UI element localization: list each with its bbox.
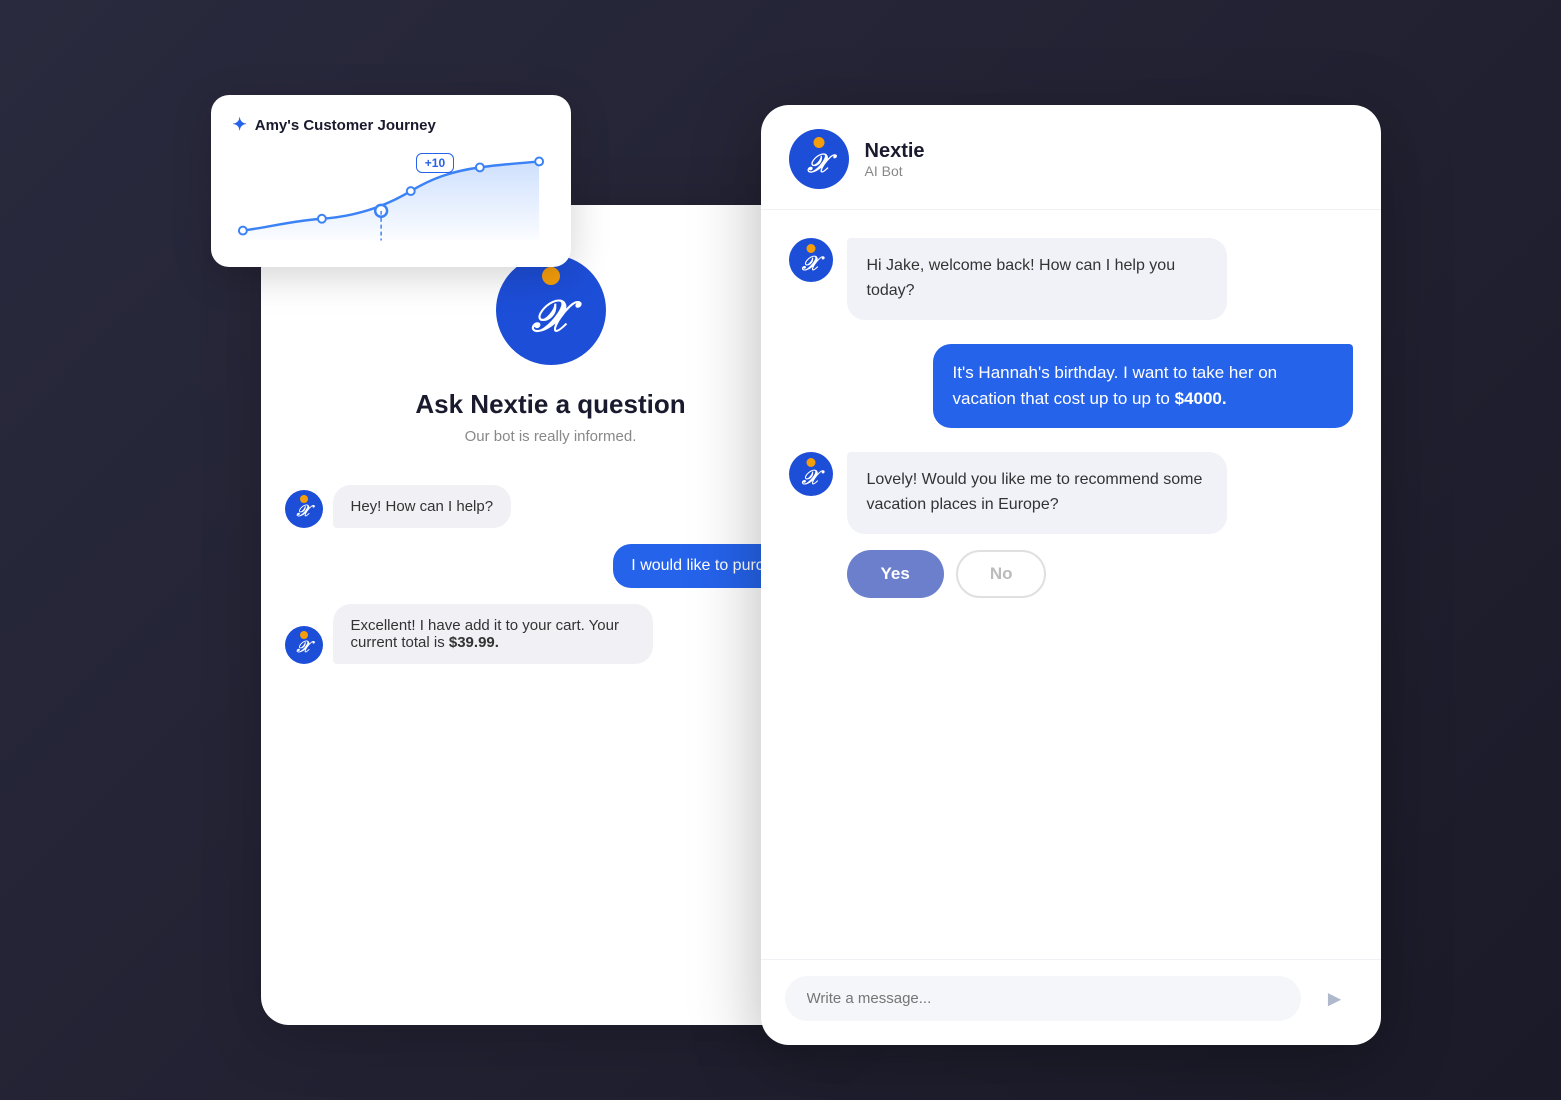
send-button[interactable]: ► <box>1313 977 1357 1021</box>
back-chat-subtitle: Our bot is really informed. <box>465 428 637 445</box>
back-bot-avatar-3: 𝒳 <box>285 626 323 664</box>
msg-row-1: 𝒳 Hi Jake, welcome back! How can I help … <box>789 238 1353 320</box>
bot-hero-avatar: 𝒳 <box>496 255 606 365</box>
user-bubble-1: It's Hannah's birthday. I want to take h… <box>933 344 1353 429</box>
back-chat-title: Ask Nextie a question <box>415 389 685 420</box>
bot-name: Nextie <box>865 140 925 163</box>
chat-header: 𝒳 Nextie AI Bot <box>761 105 1381 210</box>
chat-messages: 𝒳 Hi Jake, welcome back! How can I help … <box>761 210 1381 959</box>
sparkle-icon: ✦ <box>233 115 247 135</box>
msg-avatar-1: 𝒳 <box>789 238 833 282</box>
chart-badge: +10 <box>416 153 454 173</box>
back-msg-row-2: I would like to purchase <box>285 544 817 588</box>
header-avatar: 𝒳 <box>789 129 849 189</box>
reply-with-options: Lovely! Would you like me to recommend s… <box>847 452 1227 598</box>
send-icon: ► <box>1324 986 1346 1012</box>
bot-bubble-1: Hi Jake, welcome back! How can I help yo… <box>847 238 1227 320</box>
back-msg-row-1: 𝒳 Hey! How can I help? <box>285 485 817 528</box>
journey-chart-svg <box>233 149 549 245</box>
chat-input-area: ► <box>761 959 1381 1045</box>
front-chat-panel: 𝒳 Nextie AI Bot 𝒳 Hi Jake, welcome back!… <box>761 105 1381 1045</box>
back-bubble-1: Hey! How can I help? <box>333 485 512 528</box>
msg-avatar-3: 𝒳 <box>789 452 833 496</box>
back-chat-panel: 𝒳 Ask Nextie a question Our bot is reall… <box>261 205 841 1025</box>
msg-row-2: It's Hannah's birthday. I want to take h… <box>789 344 1353 429</box>
no-button[interactable]: No <box>956 550 1047 598</box>
scene: ✦ Amy's Customer Journey +10 <box>181 75 1381 1025</box>
journey-card-title: ✦ Amy's Customer Journey <box>233 115 549 135</box>
bot-role: AI Bot <box>865 163 925 179</box>
hero-x-letter: 𝒳 <box>532 292 570 342</box>
msg-row-3: 𝒳 Lovely! Would you like me to recommend… <box>789 452 1353 598</box>
bot-bubble-2: Lovely! Would you like me to recommend s… <box>847 452 1227 534</box>
yes-button[interactable]: Yes <box>847 550 944 598</box>
header-info: Nextie AI Bot <box>865 140 925 179</box>
back-bot-avatar-1: 𝒳 <box>285 490 323 528</box>
journey-card: ✦ Amy's Customer Journey +10 <box>211 95 571 267</box>
journey-chart: +10 <box>233 149 549 249</box>
hero-dot <box>542 267 560 285</box>
options-row: Yes No <box>847 550 1227 598</box>
back-messages: 𝒳 Hey! How can I help? I would like to p… <box>261 485 841 664</box>
back-bubble-3: Excellent! I have add it to your cart. Y… <box>333 604 653 664</box>
back-msg-row-3: 𝒳 Excellent! I have add it to your cart.… <box>285 604 817 664</box>
message-input[interactable] <box>785 976 1301 1021</box>
